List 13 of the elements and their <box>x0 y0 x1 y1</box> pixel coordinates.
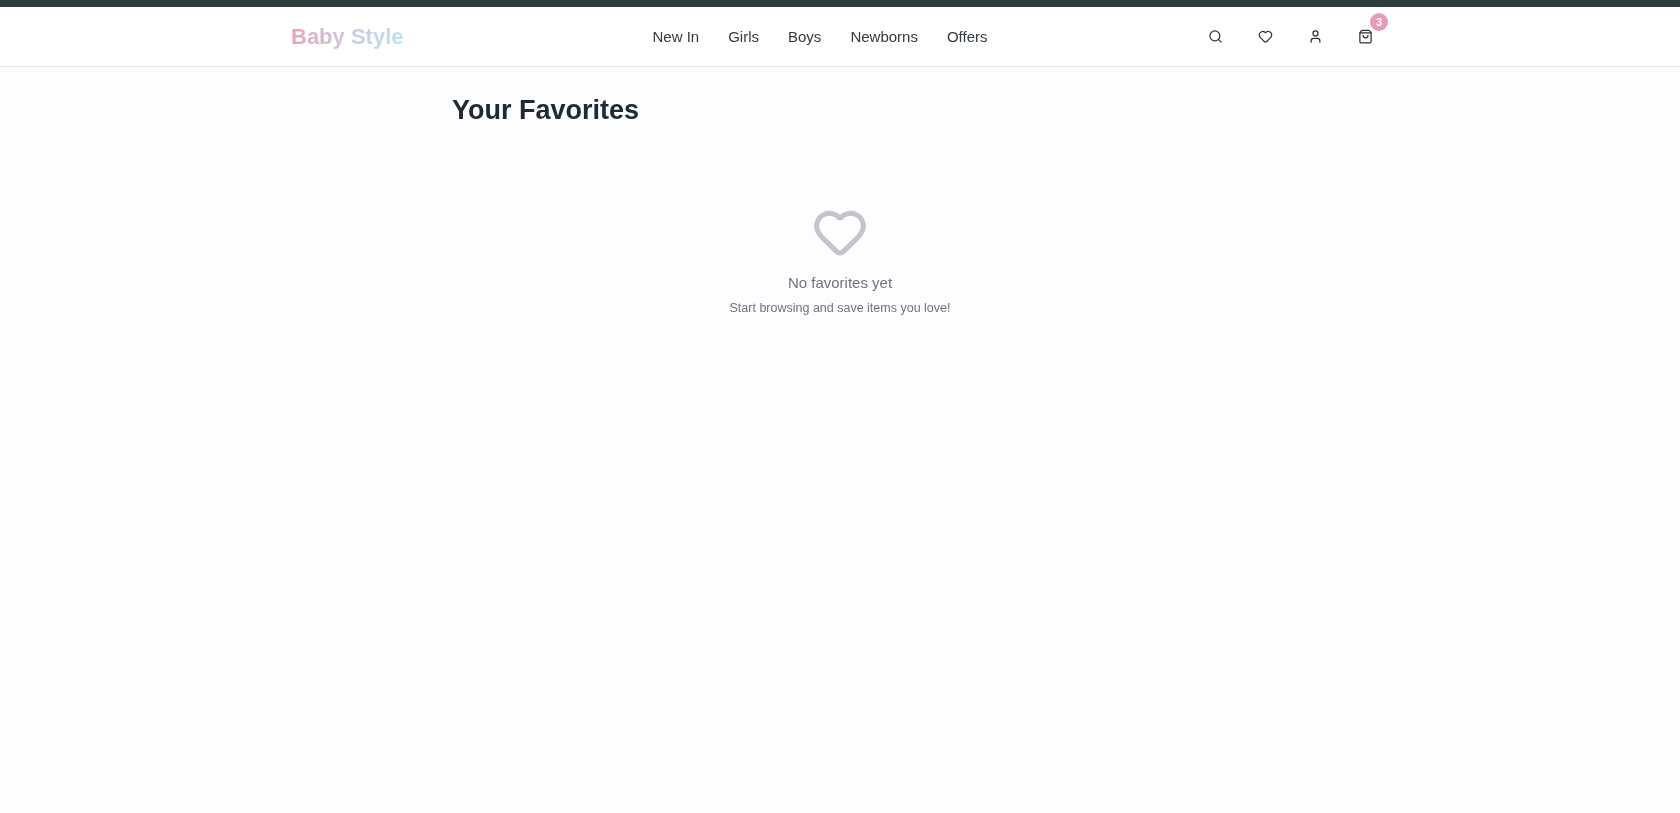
search-icon <box>1207 29 1223 44</box>
nav-link[interactable]: New In <box>652 28 700 45</box>
cart-count-badge: 3 <box>1370 12 1388 31</box>
user-icon <box>1307 29 1323 44</box>
bag-icon <box>1357 29 1373 44</box>
nav-link[interactable]: Offers <box>946 28 988 45</box>
nav-link[interactable]: Newborns <box>850 28 918 45</box>
heart-icon <box>1257 29 1273 44</box>
nav-link[interactable]: Girls <box>728 28 759 45</box>
page-title: Your Favorites <box>452 95 641 126</box>
empty-message: Start browsing and save items you love! <box>729 301 951 315</box>
nav-link[interactable]: Boys <box>788 28 822 45</box>
empty-heading: No favorites yet <box>787 274 893 291</box>
